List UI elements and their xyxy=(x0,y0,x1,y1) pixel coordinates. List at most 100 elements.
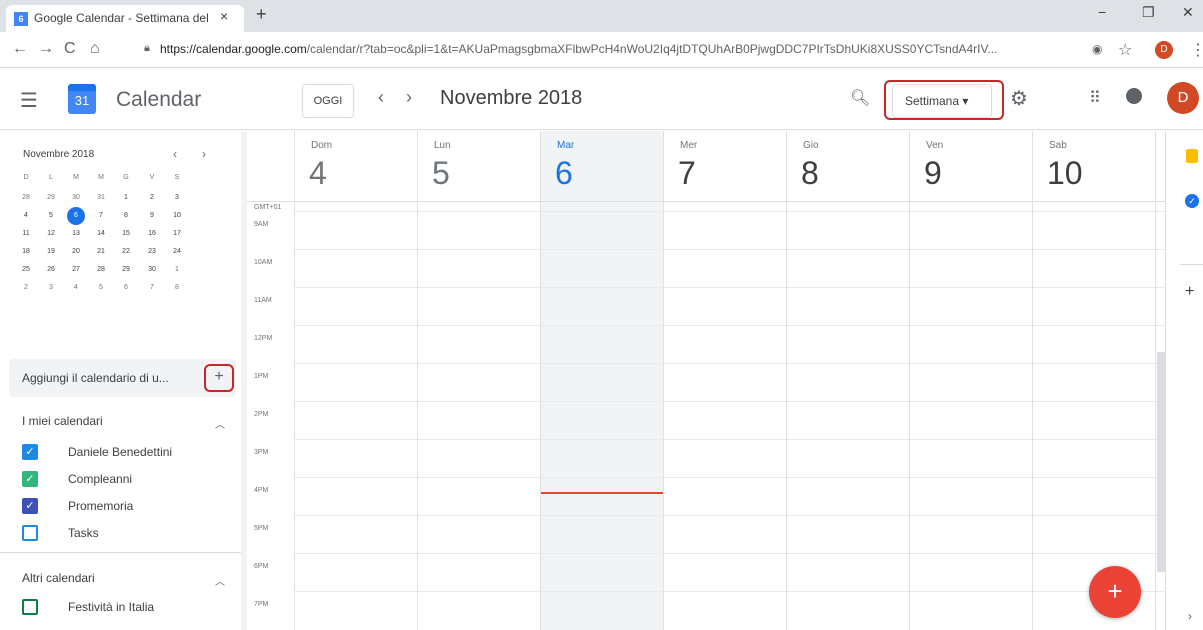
mini-calendar-day[interactable]: 30 xyxy=(142,261,162,279)
bookmark-star-icon[interactable]: ☆ xyxy=(1118,40,1132,60)
day-header[interactable]: Mer 7 xyxy=(663,131,786,201)
mini-calendar-day[interactable]: 12 xyxy=(41,225,61,243)
menu-icon[interactable]: ☰ xyxy=(20,88,38,113)
collapse-other-calendars-icon[interactable]: ︿ xyxy=(215,573,225,588)
add-addon-icon[interactable]: + xyxy=(1185,283,1194,301)
day-number[interactable]: 5 xyxy=(432,155,450,192)
create-event-button[interactable]: + xyxy=(1089,566,1141,618)
apps-icon[interactable]: ⠿ xyxy=(1089,88,1101,108)
day-header[interactable]: Gio 8 xyxy=(786,131,909,201)
mini-calendar-day[interactable]: 2 xyxy=(16,279,36,297)
new-tab-button[interactable]: + xyxy=(256,4,267,25)
mini-calendar-day[interactable]: 15 xyxy=(116,225,136,243)
avatar[interactable]: D xyxy=(1167,82,1199,114)
browser-menu-icon[interactable]: ⋮ xyxy=(1190,40,1203,60)
mini-calendar-day[interactable]: 29 xyxy=(41,189,61,207)
mini-calendar-day[interactable]: 18 xyxy=(16,243,36,261)
settings-icon[interactable]: ⚙ xyxy=(1010,86,1028,111)
day-header[interactable]: Lun 5 xyxy=(417,131,540,201)
mini-calendar-day[interactable]: 11 xyxy=(16,225,36,243)
mini-calendar-day[interactable]: 17 xyxy=(167,225,187,243)
day-header[interactable]: Ven 9 xyxy=(909,131,1032,201)
mini-calendar-today[interactable]: 6 xyxy=(66,207,86,225)
calendar-checkbox[interactable] xyxy=(22,599,38,615)
mini-calendar-day[interactable]: 4 xyxy=(16,207,36,225)
collapse-my-calendars-icon[interactable]: ︿ xyxy=(215,416,225,431)
mini-calendar-day[interactable]: 19 xyxy=(41,243,61,261)
mini-calendar-day[interactable]: 5 xyxy=(41,207,61,225)
notifications-icon[interactable] xyxy=(1126,88,1142,104)
browser-tab[interactable]: 6 Google Calendar - Settimana del × xyxy=(6,5,244,32)
day-number[interactable]: 8 xyxy=(801,155,819,192)
url-field[interactable]: 🔒︎ https://calendar.google.com/calendar/… xyxy=(140,36,1140,64)
mini-calendar-day[interactable]: 24 xyxy=(167,243,187,261)
mini-calendar-day[interactable]: 3 xyxy=(167,189,187,207)
forward-icon[interactable]: → xyxy=(38,40,54,58)
day-number[interactable]: 4 xyxy=(309,155,327,192)
close-tab-icon[interactable]: × xyxy=(220,8,228,24)
mini-calendar-prev-button[interactable]: ‹ xyxy=(173,147,177,161)
mini-calendar-day[interactable]: 1 xyxy=(167,261,187,279)
profile-avatar[interactable]: D xyxy=(1155,41,1173,59)
mini-calendar-next-button[interactable]: › xyxy=(202,147,206,161)
minimize-window-icon[interactable]: − xyxy=(1098,4,1106,20)
today-button[interactable]: OGGI xyxy=(302,84,354,118)
mini-calendar-day[interactable]: 28 xyxy=(16,189,36,207)
close-window-icon[interactable]: ✕ xyxy=(1182,4,1194,21)
next-week-button[interactable]: › xyxy=(406,87,412,108)
mini-calendar-day[interactable]: 2 xyxy=(142,189,162,207)
keep-icon[interactable] xyxy=(1186,149,1198,163)
mini-calendar-day[interactable]: 8 xyxy=(167,279,187,297)
mini-calendar-day[interactable]: 30 xyxy=(66,189,86,207)
mini-calendar-day[interactable]: 8 xyxy=(116,207,136,225)
mini-calendar-day[interactable]: 5 xyxy=(91,279,111,297)
search-icon[interactable]: 🔍︎ xyxy=(850,88,870,108)
home-icon[interactable]: ⌂ xyxy=(90,40,100,58)
hour-gridline xyxy=(295,591,1165,592)
mini-calendar-day[interactable]: 9 xyxy=(142,207,162,225)
mini-calendar-day[interactable]: 22 xyxy=(116,243,136,261)
reload-icon[interactable]: C xyxy=(64,40,76,58)
day-number[interactable]: 7 xyxy=(678,155,696,192)
eye-icon[interactable]: ◉ xyxy=(1092,42,1102,56)
mini-calendar-day[interactable]: 31 xyxy=(91,189,111,207)
chevron-right-icon[interactable]: › xyxy=(1188,609,1192,623)
mini-calendar-day[interactable]: 21 xyxy=(91,243,111,261)
add-calendar-field[interactable]: Aggiungi il calendario di u... xyxy=(9,359,236,397)
mini-calendar-day[interactable]: 3 xyxy=(41,279,61,297)
calendar-checkbox[interactable]: ✓ xyxy=(22,444,38,460)
mini-calendar-day[interactable]: 28 xyxy=(91,261,111,279)
calendar-checkbox[interactable]: ✓ xyxy=(22,498,38,514)
tasks-icon[interactable]: ✓ xyxy=(1185,194,1199,208)
mini-calendar-day[interactable]: 25 xyxy=(16,261,36,279)
mini-calendar-day[interactable]: 4 xyxy=(66,279,86,297)
mini-calendar-day[interactable]: 13 xyxy=(66,225,86,243)
mini-calendar-day[interactable]: 1 xyxy=(116,189,136,207)
maximize-window-icon[interactable]: ❐ xyxy=(1142,4,1155,21)
mini-calendar-day[interactable]: 23 xyxy=(142,243,162,261)
calendar-checkbox[interactable]: ✓ xyxy=(22,471,38,487)
day-header[interactable]: Dom 4 xyxy=(294,131,417,201)
back-icon[interactable]: ← xyxy=(12,40,28,58)
mini-calendar-day[interactable]: 26 xyxy=(41,261,61,279)
previous-week-button[interactable]: ‹ xyxy=(378,87,384,108)
other-calendars-title[interactable]: Altri calendari xyxy=(22,571,95,585)
mini-calendar-day[interactable]: 29 xyxy=(116,261,136,279)
mini-calendar-day[interactable]: 10 xyxy=(167,207,187,225)
mini-calendar-day[interactable]: 7 xyxy=(142,279,162,297)
mini-calendar-day[interactable]: 6 xyxy=(116,279,136,297)
add-calendar-button[interactable]: + xyxy=(204,364,234,392)
my-calendars-title[interactable]: I miei calendari xyxy=(22,414,103,428)
day-number[interactable]: 9 xyxy=(924,155,942,192)
day-number[interactable]: 10 xyxy=(1047,155,1083,192)
calendar-checkbox[interactable] xyxy=(22,525,38,541)
mini-calendar-day[interactable]: 20 xyxy=(66,243,86,261)
main-scrollbar[interactable] xyxy=(1157,352,1165,572)
mini-calendar-day[interactable]: 7 xyxy=(91,207,111,225)
mini-calendar-day[interactable]: 16 xyxy=(142,225,162,243)
day-header[interactable]: Mar 6 xyxy=(540,131,663,201)
day-number[interactable]: 6 xyxy=(555,155,573,192)
mini-calendar-day[interactable]: 27 xyxy=(66,261,86,279)
mini-calendar-day[interactable]: 14 xyxy=(91,225,111,243)
day-header[interactable]: Sab 10 xyxy=(1032,131,1155,201)
